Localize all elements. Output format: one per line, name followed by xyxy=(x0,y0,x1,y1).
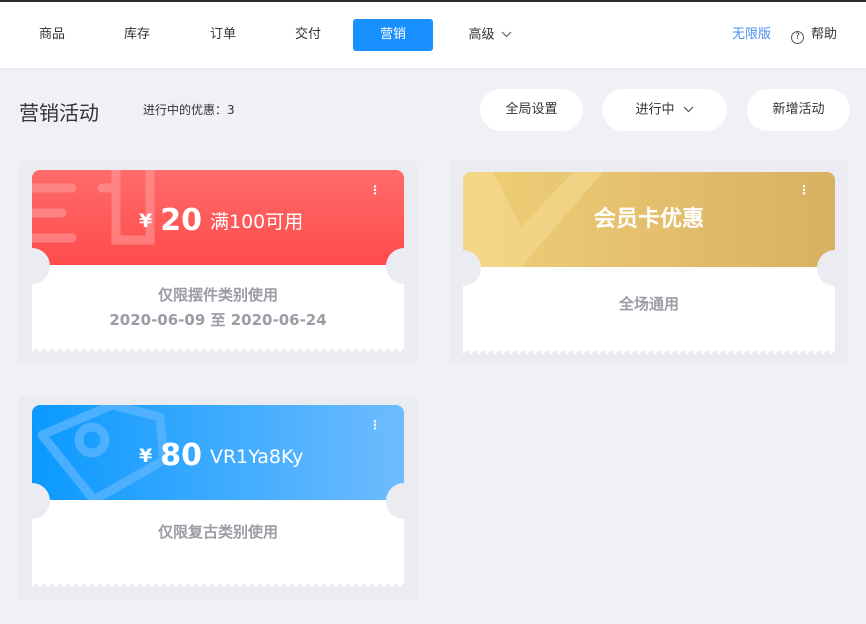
active-promotions-count: 进行中的优惠：3 xyxy=(143,103,235,117)
nav-item-orders[interactable]: 订单 xyxy=(183,19,263,51)
coupon-code: VR1Ya8Ky xyxy=(209,446,304,468)
page-title: 营销活动 xyxy=(19,101,99,125)
coupon-card-header: ¥80 VR1Ya8Ky ⋮ xyxy=(32,405,404,500)
nav-item-advanced-label: 高级 xyxy=(468,27,495,43)
coupon-date-range: 2020-06-09 至 2020-06-24 xyxy=(109,311,327,329)
upgrade-link[interactable]: 无限版 xyxy=(732,19,771,51)
more-vertical-icon[interactable]: ⋮ xyxy=(369,417,381,433)
help-circle-icon: ? xyxy=(791,31,804,44)
discount-condition: 满100可用 xyxy=(209,211,304,233)
status-filter-dropdown[interactable]: 进行中 xyxy=(602,89,727,131)
add-campaign-button[interactable]: 新增活动 xyxy=(747,89,850,131)
currency-symbol: ¥ xyxy=(139,445,153,467)
member-card-title: 会员卡优惠 xyxy=(593,207,704,232)
coupon-edge xyxy=(463,350,835,354)
nav-item-products[interactable]: 商品 xyxy=(12,19,92,51)
top-navbar: 商品 库存 订单 交付 营销 高级 无限版 ? 帮助 xyxy=(0,2,866,68)
coupon-card-header: ¥20 满100可用 ⋮ xyxy=(32,170,404,265)
coupon-card-discount[interactable]: ¥20 满100可用 ⋮ 仅限摆件类别使用 2020-06-09 至 2020-0… xyxy=(32,170,404,352)
coupon-edge xyxy=(32,583,404,587)
coupon-card-member[interactable]: 会员卡优惠 ⋮ 全场通用 xyxy=(463,172,835,354)
coupon-card-body: 全场通用 xyxy=(463,267,835,354)
help-link[interactable]: ? 帮助 xyxy=(791,19,837,51)
more-vertical-icon[interactable]: ⋮ xyxy=(798,182,810,198)
coupon-card-code[interactable]: ¥80 VR1Ya8Ky ⋮ 仅限复古类别使用 xyxy=(32,405,404,587)
coupon-scope: 仅限复古类别使用 xyxy=(157,523,278,541)
nav-item-marketing[interactable]: 营销 xyxy=(353,19,433,51)
coupon-card-body: 仅限摆件类别使用 2020-06-09 至 2020-06-24 xyxy=(32,265,404,352)
coupon-scope: 全场通用 xyxy=(618,295,679,313)
coupon-card-header: 会员卡优惠 ⋮ xyxy=(463,172,835,267)
coupon-amount: ¥20 满100可用 xyxy=(139,203,303,238)
discount-amount: 20 xyxy=(160,203,202,238)
currency-symbol: ¥ xyxy=(139,210,153,232)
help-label: 帮助 xyxy=(811,27,838,42)
coupon-card-body: 仅限复古类别使用 xyxy=(32,500,404,587)
coupon-edge xyxy=(32,348,404,352)
status-filter-label: 进行中 xyxy=(635,102,675,118)
nav-item-advanced[interactable]: 高级 xyxy=(445,19,535,51)
coupon-amount: ¥80 VR1Ya8Ky xyxy=(139,438,303,473)
coupon-scope: 仅限摆件类别使用 xyxy=(157,286,278,304)
nav-item-delivery[interactable]: 交付 xyxy=(268,19,348,51)
chevron-down-icon xyxy=(683,89,694,131)
discount-amount: 80 xyxy=(160,438,202,473)
nav-item-inventory[interactable]: 库存 xyxy=(97,19,177,51)
global-settings-button[interactable]: 全局设置 xyxy=(480,89,583,131)
more-vertical-icon[interactable]: ⋮ xyxy=(369,182,381,198)
chevron-down-icon xyxy=(501,19,512,51)
